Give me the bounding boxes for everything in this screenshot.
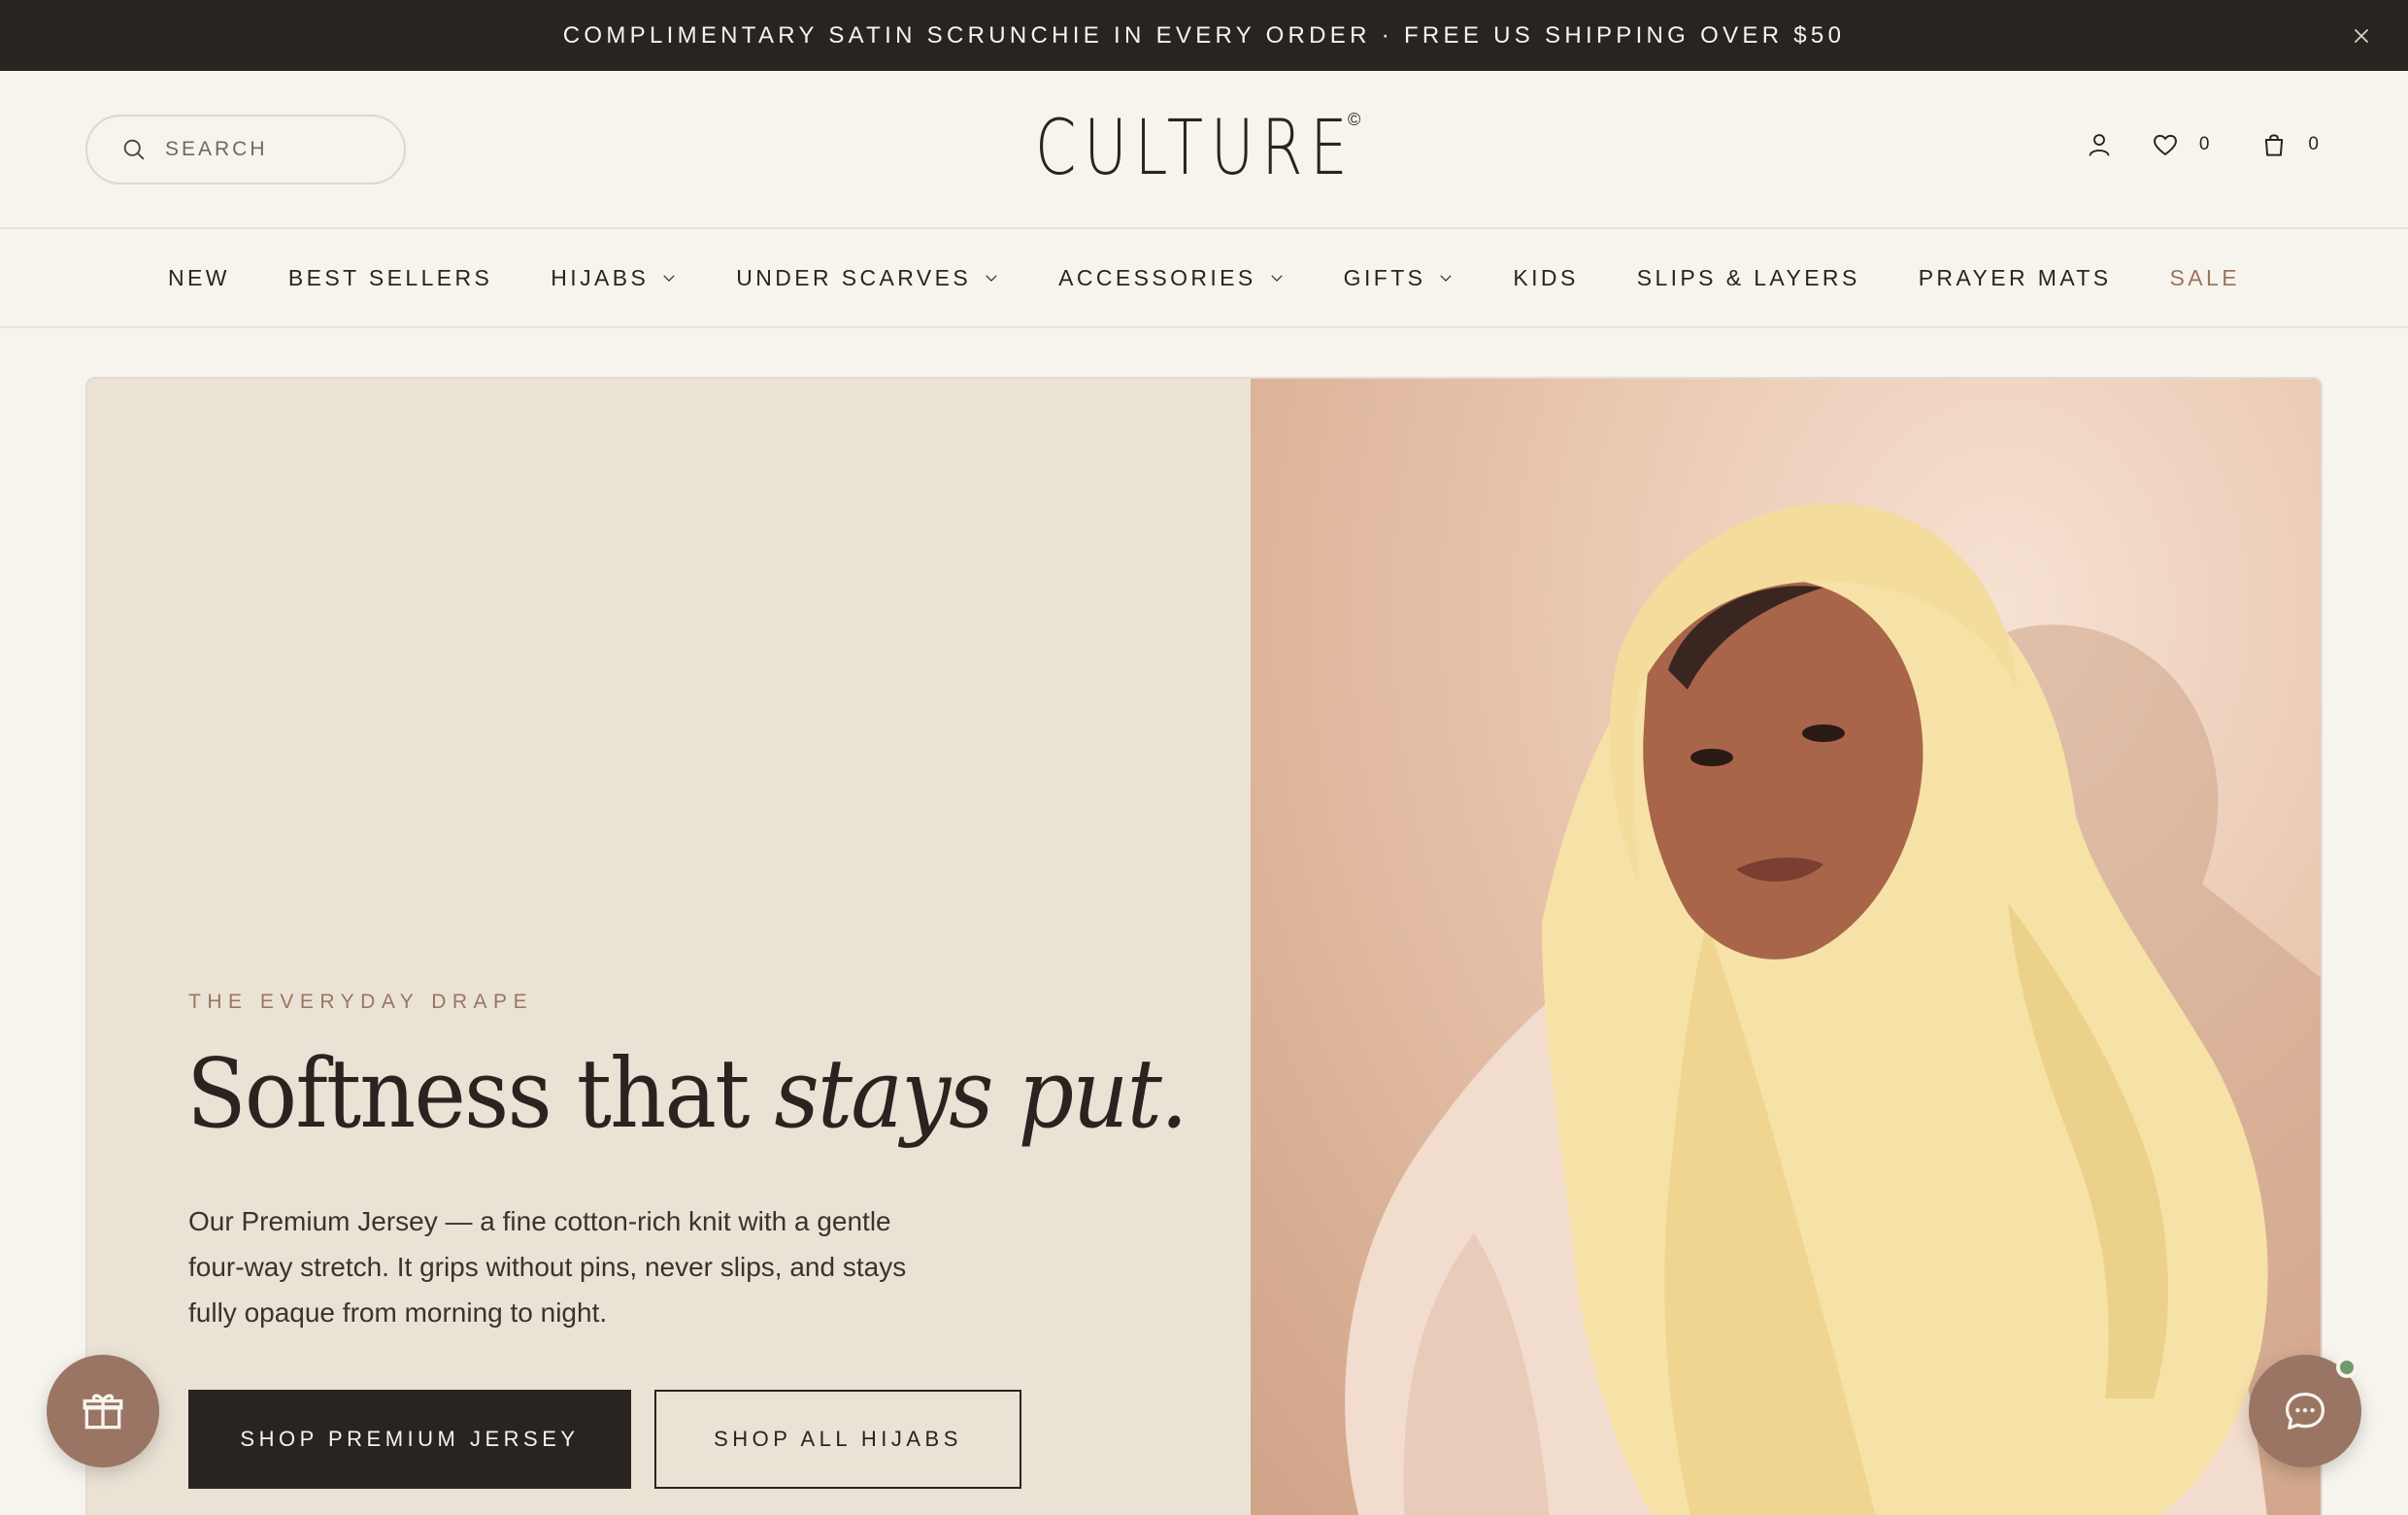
header-actions: 0 0 <box>2085 125 2319 164</box>
nav-item-accessories[interactable]: ACCESSORIES <box>1058 265 1286 291</box>
nav-item-label: SALE <box>2169 264 2240 290</box>
search-icon <box>123 139 145 160</box>
hero-headline-italic: stays put. <box>774 1039 1187 1150</box>
shop-all-hijabs-button[interactable]: SHOP ALL HIJABS <box>654 1390 1021 1489</box>
model-photo-illustration <box>1345 503 2321 1515</box>
logo-copyright-mark: © <box>1348 110 1361 129</box>
shop-premium-jersey-button[interactable]: SHOP PREMIUM JERSEY <box>188 1390 631 1489</box>
chevron-down-icon <box>986 275 997 282</box>
nav-item-label: NEW <box>168 264 230 290</box>
nav-item-label: UNDER SCARVES <box>736 264 972 290</box>
nav-item-label: ACCESSORIES <box>1058 264 1256 290</box>
hero-image <box>1251 379 2321 1515</box>
site-logo[interactable]: CULTURE © <box>1035 110 1446 187</box>
shopping-bag-icon <box>2265 134 2284 156</box>
account-button[interactable] <box>2085 130 2114 159</box>
hero-banner: THE EVERYDAY DRAPE Softness that stays p… <box>85 377 2323 1515</box>
nav-item-under-scarves[interactable]: UNDER SCARVES <box>736 265 1000 291</box>
main-navigation: NEW BEST SELLERS HIJABS UNDER SCARVES AC… <box>0 229 2408 328</box>
search-placeholder: SEARCH <box>165 138 268 160</box>
chat-bubble-icon <box>2285 1393 2325 1430</box>
gift-icon <box>83 1394 123 1430</box>
nav-item-label: HIJABS <box>551 264 650 290</box>
nav-item-hijabs[interactable]: HIJABS <box>551 265 678 291</box>
chevron-down-icon <box>1440 275 1453 282</box>
nav-item-label: SLIPS & LAYERS <box>1636 264 1860 290</box>
logo-text: CULTURE <box>1035 105 1355 192</box>
site-header: SEARCH CULTURE © 0 0 <box>0 71 2408 229</box>
nav-item-label: KIDS <box>1513 264 1579 290</box>
nav-item-sale[interactable]: SALE <box>2170 265 2240 291</box>
chevron-down-icon <box>1270 275 1283 282</box>
nav-item-slips-layers[interactable]: SLIPS & LAYERS <box>1637 265 1860 291</box>
nav-item-label: PRAYER MATS <box>1918 264 2112 290</box>
hero-description: Our Premium Jersey — a fine cotton-rich … <box>188 1206 907 1328</box>
nav-item-kids[interactable]: KIDS <box>1513 265 1578 291</box>
rewards-gift-button[interactable] <box>47 1355 159 1467</box>
hero-headline-regular: Softness that <box>186 1039 775 1150</box>
heart-icon <box>2153 134 2177 155</box>
wishlist-count: 0 <box>2198 134 2210 154</box>
hero-headline: Softness that stays put. <box>186 1039 1188 1150</box>
nav-item-label: GIFTS <box>1343 264 1426 290</box>
cart-count: 0 <box>2308 134 2319 154</box>
online-status-dot <box>2336 1357 2358 1378</box>
close-icon[interactable] <box>2350 24 2373 48</box>
announcement-bar: COMPLIMENTARY SATIN SCRUNCHIE IN EVERY O… <box>0 0 2408 71</box>
hero-text-panel: THE EVERYDAY DRAPE Softness that stays p… <box>87 379 1251 1515</box>
nav-item-label: BEST SELLERS <box>287 264 493 290</box>
nav-item-best-sellers[interactable]: BEST SELLERS <box>288 265 492 291</box>
wishlist-button[interactable]: 0 <box>2151 130 2210 159</box>
search-input[interactable]: SEARCH <box>85 115 406 185</box>
chevron-down-icon <box>663 275 675 282</box>
nav-item-gifts[interactable]: GIFTS <box>1344 265 1455 291</box>
cart-button[interactable]: 0 <box>2259 130 2319 159</box>
live-chat-button[interactable] <box>2249 1355 2361 1467</box>
user-icon <box>2089 134 2110 156</box>
announcement-text: COMPLIMENTARY SATIN SCRUNCHIE IN EVERY O… <box>562 21 1846 49</box>
nav-item-new[interactable]: NEW <box>168 265 230 291</box>
hero-eyebrow: THE EVERYDAY DRAPE <box>188 991 534 1013</box>
nav-item-prayer-mats[interactable]: PRAYER MATS <box>1919 265 2112 291</box>
